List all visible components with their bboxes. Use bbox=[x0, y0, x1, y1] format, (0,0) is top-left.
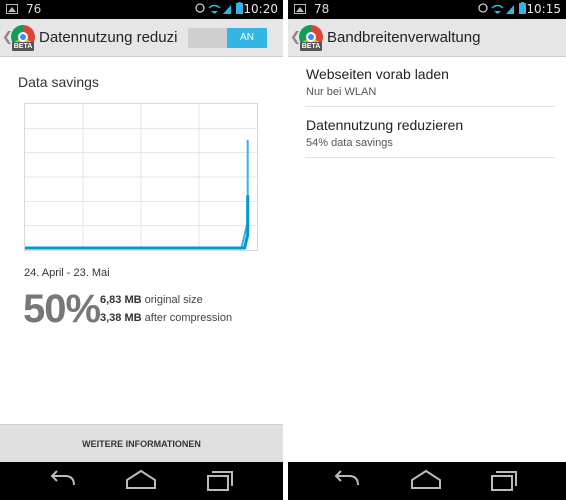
preference-title: Webseiten vorab laden bbox=[306, 66, 449, 82]
beta-badge: BETA bbox=[12, 42, 34, 51]
compressed-size-label: after compression bbox=[144, 312, 233, 324]
page-title: Bandbreitenverwaltung bbox=[327, 29, 481, 46]
clock: 10:15 bbox=[526, 2, 561, 16]
navigation-bar bbox=[288, 462, 566, 500]
toggle-on-label: AN bbox=[227, 28, 267, 48]
preference-preload-pages[interactable]: Webseiten vorab laden Nur bei WLAN bbox=[305, 57, 555, 107]
series-line-compressed bbox=[25, 195, 250, 250]
original-size-value: 6,83 MB bbox=[100, 294, 142, 306]
status-bar: 76 10:20 bbox=[0, 0, 283, 19]
date-range: 24. April - 23. Mai bbox=[24, 267, 110, 279]
recents-button[interactable] bbox=[478, 462, 528, 500]
status-icons bbox=[478, 2, 530, 18]
sync-wifi-signal-battery-icons bbox=[195, 2, 243, 14]
page-title: Datennutzung reduzi bbox=[39, 29, 178, 46]
image-notification-icon bbox=[294, 4, 306, 14]
more-info-button[interactable]: WEITERE INFORMATIONEN bbox=[0, 425, 283, 463]
action-bar: ❮ BETA Bandbreitenverwaltung bbox=[288, 19, 566, 57]
compressed-size-stat: 3,38 MB after compression bbox=[100, 312, 232, 324]
back-button[interactable] bbox=[38, 462, 88, 500]
recents-icon bbox=[491, 471, 517, 491]
image-notification-icon bbox=[6, 4, 18, 14]
notification-count: 76 bbox=[26, 2, 42, 16]
series-line-original bbox=[25, 139, 249, 249]
preference-title: Datennutzung reduzieren bbox=[306, 117, 464, 133]
savings-percent: 50% bbox=[23, 287, 101, 331]
back-icon bbox=[334, 470, 359, 486]
section-title: Data savings bbox=[18, 74, 99, 90]
home-button[interactable] bbox=[401, 462, 451, 500]
home-icon bbox=[126, 469, 156, 489]
original-size-stat: 6,83 MB original size bbox=[100, 294, 203, 306]
more-info-bar: WEITERE INFORMATIONEN bbox=[0, 424, 283, 462]
compressed-size-value: 3,38 MB bbox=[100, 312, 142, 324]
back-button[interactable] bbox=[322, 462, 372, 500]
recents-icon bbox=[207, 471, 233, 491]
right-screen: 78 10:15 ❮ BETA Bandbreitenverwaltung We… bbox=[288, 0, 566, 500]
recents-button[interactable] bbox=[194, 462, 244, 500]
data-reduction-toggle[interactable]: AN bbox=[188, 28, 267, 48]
status-icons bbox=[195, 2, 247, 18]
data-usage-chart bbox=[24, 103, 258, 251]
action-bar: ❮ BETA Datennutzung reduzi AN bbox=[0, 19, 283, 57]
home-icon bbox=[411, 469, 441, 489]
beta-badge: BETA bbox=[300, 42, 322, 51]
chart-svg bbox=[25, 104, 257, 250]
original-size-label: original size bbox=[144, 294, 203, 306]
preference-reduce-data-usage[interactable]: Datennutzung reduzieren 54% data savings bbox=[305, 108, 555, 158]
notification-count: 78 bbox=[314, 2, 330, 16]
sync-wifi-signal-battery-icons bbox=[478, 2, 526, 14]
preference-summary: Nur bei WLAN bbox=[306, 86, 377, 98]
navigation-bar bbox=[0, 462, 283, 500]
status-bar: 78 10:15 bbox=[288, 0, 566, 19]
back-icon bbox=[50, 470, 75, 486]
preference-summary: 54% data savings bbox=[306, 137, 393, 149]
home-button[interactable] bbox=[116, 462, 166, 500]
left-screen: 76 10:20 ❮ BETA Datennutzung reduzi AN D… bbox=[0, 0, 283, 500]
clock: 10:20 bbox=[243, 2, 278, 16]
